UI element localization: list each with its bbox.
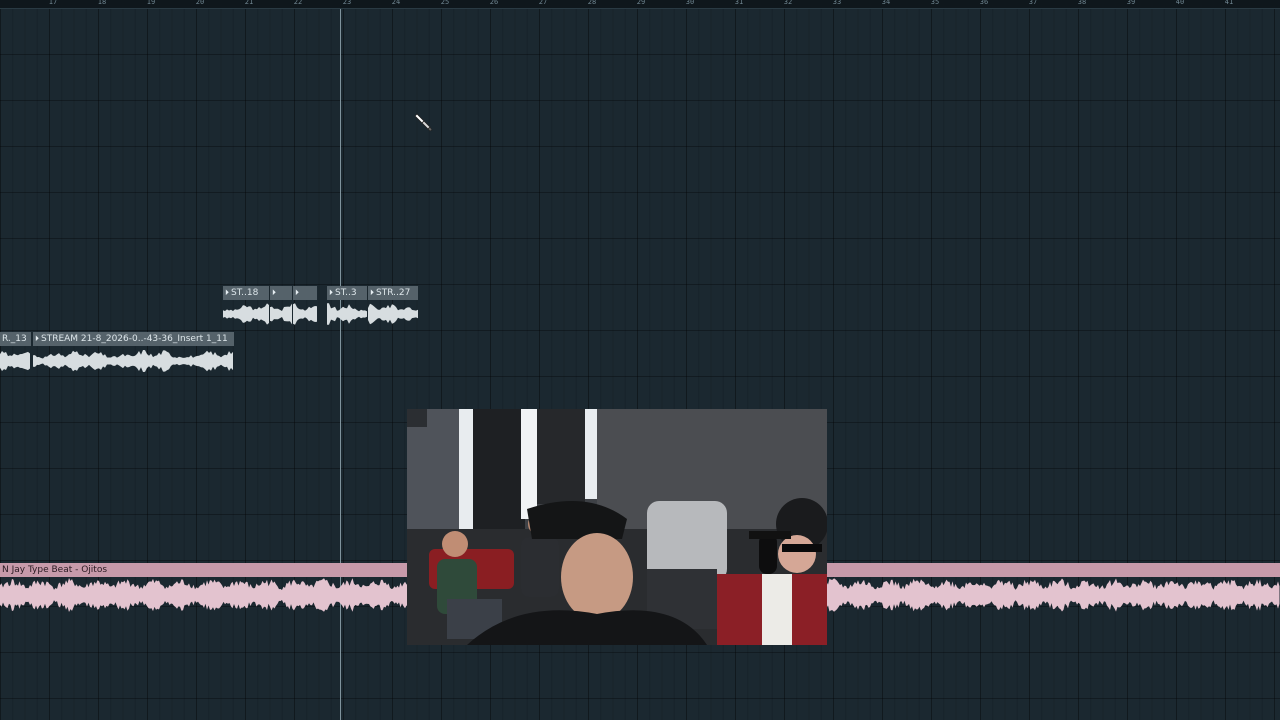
bar-number: 23 — [342, 0, 352, 6]
audio-waveform — [33, 350, 233, 372]
bar-number: 30 — [685, 0, 695, 6]
bar-number: 22 — [293, 0, 303, 6]
bar-number: 34 — [881, 0, 891, 6]
audio-waveform — [327, 303, 367, 325]
waveform-shape — [0, 351, 30, 371]
audio-clip[interactable]: ⏵ — [293, 286, 317, 328]
bar-number: 21 — [244, 0, 254, 6]
clip-title: N Jay Type Beat - Ojitos — [2, 565, 108, 575]
bar-number: 17 — [48, 0, 58, 6]
audio-waveform — [223, 303, 269, 325]
clip-title: R._13 — [2, 334, 27, 344]
waveform-shape — [223, 303, 269, 325]
bar-number: 38 — [1077, 0, 1087, 6]
audio-clip-str27[interactable]: ⏵ STR..27 — [368, 286, 418, 328]
bar-number: 29 — [636, 0, 646, 6]
bar-number: 35 — [930, 0, 940, 6]
bar-number: 32 — [783, 0, 793, 6]
play-marker-icon: ⏵ — [329, 288, 333, 297]
bar-number: 33 — [832, 0, 842, 6]
bar-number: 24 — [391, 0, 401, 6]
waveform-shape — [33, 350, 233, 372]
bar-number: 18 — [97, 0, 107, 6]
bar-number: 39 — [1126, 0, 1136, 6]
clip-title: STR..27 — [376, 288, 411, 298]
play-marker-icon: ⏵ — [225, 288, 229, 297]
waveform-shape — [293, 303, 317, 325]
webcam-video-overlay — [407, 409, 827, 645]
bar-number: 20 — [195, 0, 205, 6]
waveform-shape — [270, 303, 292, 325]
play-marker-icon: ⏵ — [295, 288, 299, 297]
webcam-frame — [407, 409, 827, 645]
waveform-shape — [327, 303, 367, 325]
clip-title: ST..3 — [335, 288, 357, 298]
bar-number: 19 — [146, 0, 156, 6]
bar-number: 37 — [1028, 0, 1038, 6]
waveform-shape — [368, 303, 418, 325]
audio-clip-st18[interactable]: ⏵ ST..18 — [223, 286, 269, 328]
bar-number: 31 — [734, 0, 744, 6]
bar-number: 26 — [489, 0, 499, 6]
bar-number: 41 — [1224, 0, 1234, 6]
play-marker-icon: ⏵ — [370, 288, 374, 297]
clip-title: ST..18 — [231, 288, 259, 298]
bar-number: 25 — [440, 0, 450, 6]
playhead-line[interactable] — [340, 9, 341, 720]
play-marker-icon: ⏵ — [272, 288, 276, 297]
bar-number: 36 — [979, 0, 989, 6]
audio-clip[interactable]: ⏵ — [270, 286, 292, 328]
clip-title: STREAM 21-8_2026-0..-43-36_Insert 1_11 — [41, 334, 228, 344]
bar-number: 27 — [538, 0, 548, 6]
audio-clip-13[interactable]: R._13 — [0, 332, 31, 376]
bar-number: 40 — [1175, 0, 1185, 6]
audio-waveform — [293, 303, 317, 325]
audio-clip-st3[interactable]: ⏵ ST..3 — [327, 286, 367, 328]
audio-clip-stream-main[interactable]: ⏵ STREAM 21-8_2026-0..-43-36_Insert 1_11 — [33, 332, 234, 376]
bar-number: 28 — [587, 0, 597, 6]
paint-brush-cursor-icon — [415, 113, 433, 132]
timeline-ruler[interactable]: 17 18 19 20 21 22 23 24 25 26 27 28 29 3… — [0, 0, 1280, 9]
audio-waveform — [270, 303, 292, 325]
play-marker-icon: ⏵ — [35, 334, 39, 343]
audio-waveform — [368, 303, 418, 325]
audio-waveform — [0, 351, 30, 371]
